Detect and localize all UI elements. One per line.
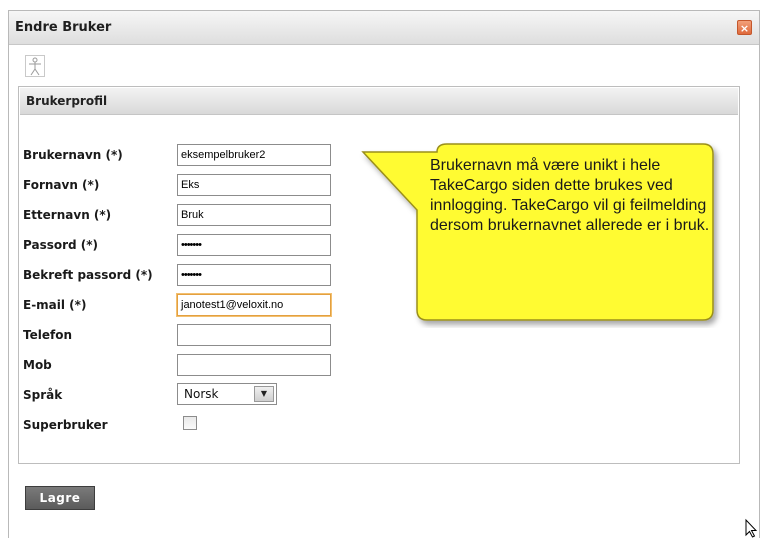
superuser-label: Superbruker [23, 418, 108, 432]
tooltip-text: Brukernavn må være unikt i hele TakeCarg… [430, 157, 710, 234]
firstname-field[interactable]: Eks [177, 174, 331, 196]
username-label: Brukernavn (*) [23, 148, 123, 162]
language-select[interactable]: Norsk ▼ [177, 383, 277, 405]
password-field[interactable]: ••••••• [177, 234, 331, 256]
mobile-label: Mob [23, 358, 52, 372]
language-value: Norsk [184, 387, 219, 401]
email-label: E-mail (*) [23, 298, 87, 312]
phone-label: Telefon [23, 328, 72, 342]
accessibility-icon[interactable] [25, 55, 45, 77]
close-icon[interactable]: × [737, 20, 752, 35]
superuser-checkbox[interactable] [183, 416, 197, 430]
confirm-password-field[interactable]: ••••••• [177, 264, 331, 286]
confirm-password-label: Bekreft passord (*) [23, 268, 153, 282]
mouse-cursor-icon [745, 518, 758, 538]
phone-field[interactable] [177, 324, 331, 346]
section-title: Brukerprofil [26, 94, 108, 108]
dialog-titlebar: Endre Bruker × [9, 11, 759, 45]
save-button[interactable]: Lagre [25, 486, 95, 510]
lastname-label: Etternavn (*) [23, 208, 112, 222]
lastname-field[interactable]: Bruk [177, 204, 331, 226]
mobile-field[interactable] [177, 354, 331, 376]
firstname-label: Fornavn (*) [23, 178, 100, 192]
chevron-down-icon[interactable]: ▼ [254, 386, 274, 402]
language-label: Språk [23, 388, 63, 402]
section-header: Brukerprofil [20, 88, 738, 115]
password-label: Passord (*) [23, 238, 99, 252]
username-field[interactable]: eksempelbruker2 [177, 144, 331, 166]
dialog-title: Endre Bruker [15, 20, 112, 35]
email-field[interactable]: janotest1@veloxit.no [177, 294, 331, 316]
